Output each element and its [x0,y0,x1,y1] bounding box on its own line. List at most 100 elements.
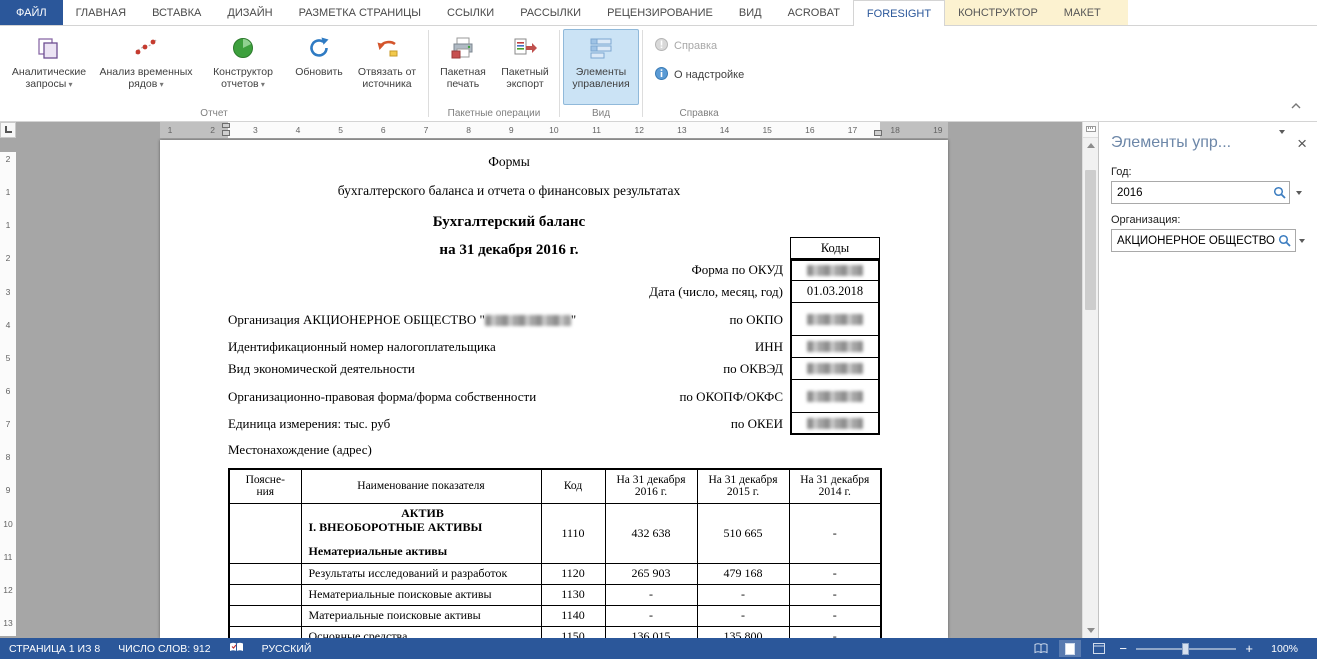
organization-value: АКЦИОНЕРНОЕ ОБЩЕСТВО [1112,235,1275,247]
value-cell: - [789,503,881,563]
time-series-analysis-button[interactable]: Анализ временных рядов [95,29,197,105]
controls-toggle-button[interactable]: Элементы управления [563,29,639,105]
ruler-number: 10 [548,125,560,135]
table-row: АКТИВI. ВНЕОБОРОТНЫЕ АКТИВЫНематериальны… [229,503,881,563]
ribbon-tab[interactable]: ВИД [726,0,775,25]
ribbon-tab[interactable]: РАЗМЕТКА СТРАНИЦЫ [286,0,434,25]
ruler-number: 13 [3,618,12,628]
ribbon-tab[interactable]: FORESIGHT [853,0,945,26]
reading-mode-button[interactable] [1030,640,1052,657]
button-label: Пакетный экспорт [495,66,555,90]
indent-marker-first-line[interactable] [222,123,230,128]
ribbon-tab[interactable]: ССЫЛКИ [434,0,507,25]
group-label-batch-operations: Пакетные операции [429,108,559,119]
zoom-out-button[interactable] [1117,641,1129,656]
zoom-slider[interactable] [1136,648,1236,650]
ruler-number: 5 [6,353,11,363]
zoom-slider-thumb[interactable] [1182,643,1189,655]
info-row: Форма по ОКУД [228,259,880,281]
close-pane-button[interactable] [1297,135,1307,152]
ruler-toggle-button[interactable] [1083,122,1098,138]
unlink-from-source-button[interactable]: Отвязать от источника [349,29,425,105]
report-builder-button[interactable]: Конструктор отчетов [197,29,289,105]
value-cell: 510 665 [697,503,789,563]
codes-rows: Форма по ОКУДДата (число, месяц, год)01.… [228,259,880,435]
address-line: Местонахождение (адрес) [228,442,880,458]
ruler-number: 18 [889,125,901,135]
analytical-queries-button[interactable]: Аналитические запросы [3,29,95,105]
word-count[interactable]: ЧИСЛО СЛОВ: 912 [109,643,219,655]
status-right: 100% [1030,640,1317,657]
indicator-name-cell: Материальные поисковые активы [301,605,541,626]
code-cell: 1110 [541,503,605,563]
ruler-number: 8 [463,125,475,135]
code-cell: 1130 [541,584,605,605]
organization-field-label: Организация: [1111,214,1305,226]
ribbon-tab[interactable]: МАКЕТ [1051,0,1114,25]
ribbon-tab[interactable]: ФАЙЛ [0,0,63,25]
help-button[interactable]: Справка [650,35,748,57]
year-combobox[interactable]: 2016 [1111,181,1290,204]
ruler-number: 17 [847,125,859,135]
scrollbar-thumb[interactable] [1085,170,1096,310]
ruler-number: 7 [6,419,11,429]
batch-export-button[interactable]: Пакетный экспорт [494,29,556,105]
tab-stop-icon [5,126,12,133]
ribbon-tab[interactable]: ACROBAT [775,0,853,25]
ruler-number: 5 [335,125,347,135]
table-row: Результаты исследований и разработок1120… [229,563,881,584]
scroll-up-button[interactable] [1083,138,1098,153]
about-addin-button[interactable]: О надстройке [650,64,748,86]
info-row: Дата (число, месяц, год)01.03.2018 [228,281,880,303]
info-row: Организация АКЦИОНЕРНОЕ ОБЩЕСТВО ""по ОК… [228,303,880,336]
document-page[interactable]: Формы бухгалтерского баланса и отчета о … [160,140,948,638]
codes-header-cell: Коды [790,237,880,259]
web-layout-button[interactable] [1088,640,1110,657]
search-icon[interactable] [1269,186,1289,199]
organization-dropdown-button[interactable] [1296,239,1305,243]
task-pane-title: Элементы упр... [1111,134,1279,152]
scroll-down-button[interactable] [1083,623,1098,638]
value-cell: - [605,584,697,605]
ribbon-tab[interactable]: ВСТАВКА [139,0,214,25]
about-icon [654,66,669,84]
vertical-ruler[interactable]: 2112345678910111213 [0,138,16,638]
info-row-text: Единица измерения: тыс. руб [228,416,731,432]
ribbon-tab[interactable]: КОНСТРУКТОР [945,0,1051,25]
code-value-cell: 01.03.2018 [790,281,880,303]
code-value-cell [790,413,880,435]
group-label-help: Справка [643,108,755,119]
indent-marker-left[interactable] [222,130,230,136]
indent-marker-right[interactable] [874,130,882,136]
language-indicator[interactable]: РУССКИЙ [253,643,321,655]
refresh-button[interactable]: Обновить [289,29,349,105]
ribbon-tab[interactable]: РЕЦЕНЗИРОВАНИЕ [594,0,726,25]
tab-stop-selector[interactable] [0,122,16,138]
zoom-in-button[interactable] [1243,641,1255,656]
v-ruler-numbers: 2112345678910111213 [0,154,16,628]
unlink-icon [374,33,400,63]
collapse-ribbon-button[interactable] [1285,97,1307,113]
search-icon[interactable] [1275,234,1295,247]
ribbon-tab[interactable]: ГЛАВНАЯ [63,0,139,25]
ruler-number: 4 [292,125,304,135]
value-cell: - [789,626,881,638]
chevron-up-icon [1291,96,1301,114]
chevron-down-icon [1279,130,1285,151]
h-ruler-numbers: 12345678910111213141516171819 [164,122,944,138]
batch-print-button[interactable]: Пакетная печать [432,29,494,105]
zoom-level[interactable]: 100% [1262,643,1307,655]
print-layout-button[interactable] [1059,640,1081,657]
ribbon-tab[interactable]: РАССЫЛКИ [507,0,594,25]
ruler-number: 1 [6,220,11,230]
proofing-icon[interactable] [220,642,253,656]
horizontal-ruler[interactable]: 12345678910111213141516171819 [0,122,1082,138]
code-value-cell [790,358,880,380]
vertical-scrollbar[interactable] [1082,122,1098,638]
page-indicator[interactable]: СТРАНИЦА 1 ИЗ 8 [0,643,109,655]
ribbon-tab[interactable]: ДИЗАЙН [214,0,285,25]
year-dropdown-button[interactable] [1290,191,1305,195]
chevron-down-icon [1299,239,1305,243]
pane-menu-button[interactable] [1279,134,1285,152]
organization-combobox[interactable]: АКЦИОНЕРНОЕ ОБЩЕСТВО [1111,229,1296,252]
